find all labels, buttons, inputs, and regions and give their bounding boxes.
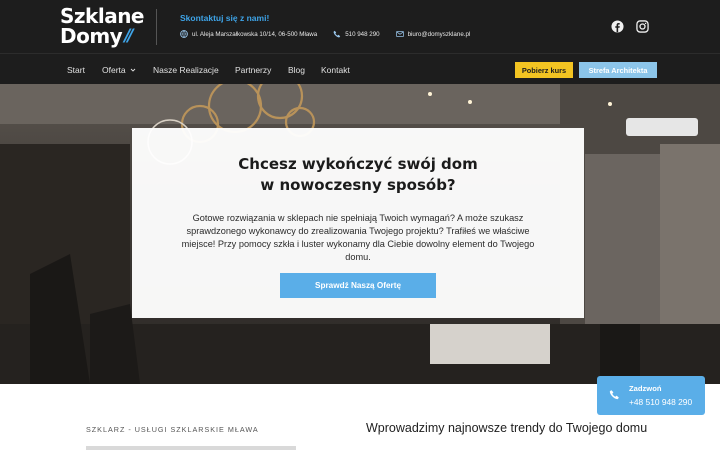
hero-text: Gotowe rozwiązania w sklepach nie spełni… — [181, 213, 535, 262]
architect-zone-button[interactable]: Strefa Architekta — [579, 62, 657, 78]
contact-title: Skontaktuj się z nami! — [180, 13, 270, 23]
address-text: ul. Aleja Marszałkowska 10/14, 06-500 Mł… — [192, 30, 318, 38]
check-offer-button[interactable]: Sprawdź Naszą Ofertę — [280, 273, 436, 298]
location-icon — [180, 30, 188, 38]
hero-section: Chcesz wykończyć swój dom w nowoczesny s… — [0, 84, 720, 384]
nav-blog[interactable]: Blog — [288, 65, 305, 75]
nav-oferta[interactable]: Oferta — [102, 65, 136, 75]
facebook-icon[interactable] — [611, 20, 624, 33]
logo-mark-icon: // — [124, 26, 134, 46]
nav-kontakt[interactable]: Kontakt — [321, 65, 350, 75]
contact-info: ul. Aleja Marszałkowska 10/14, 06-500 Mł… — [180, 30, 486, 38]
section-heading-cut — [86, 446, 296, 450]
nav-partnerzy[interactable]: Partnerzy — [235, 65, 271, 75]
email-text[interactable]: biuro@domyszklane.pl — [408, 31, 471, 38]
hero-title-line2: w nowoczesny sposób? — [260, 176, 456, 194]
logo[interactable]: Szklane Domy// — [60, 4, 145, 48]
call-icon — [609, 390, 619, 400]
hero-title-line1: Chcesz wykończyć swój dom — [238, 155, 478, 173]
chevron-down-icon — [130, 68, 135, 72]
top-bar: Szklane Domy// Skontaktuj się z nami! ul… — [0, 0, 720, 53]
nav-realizacje[interactable]: Nasze Realizacje — [153, 65, 219, 75]
call-label: Zadzwoń — [629, 384, 662, 393]
phone-icon — [333, 30, 341, 38]
logo-line1: Szklane — [60, 4, 145, 28]
phone-text[interactable]: 510 948 290 — [345, 31, 379, 38]
instagram-icon[interactable] — [636, 20, 649, 33]
logo-line2: Domy — [60, 24, 123, 48]
call-widget[interactable]: Zadzwoń +48 510 948 290 — [597, 376, 705, 415]
main-nav: Start Oferta Nasze Realizacje Partnerzy … — [0, 53, 720, 84]
divider — [156, 9, 157, 45]
phone-item[interactable]: 510 948 290 — [333, 30, 380, 38]
email-item[interactable]: biuro@domyszklane.pl — [395, 30, 471, 38]
download-course-button[interactable]: Pobierz kurs — [515, 62, 573, 78]
nav-start[interactable]: Start — [67, 65, 85, 75]
address-item: ul. Aleja Marszałkowska 10/14, 06-500 Mł… — [180, 30, 317, 38]
mail-icon — [395, 31, 404, 37]
section-heading: Wprowadzimy najnowsze trendy do Twojego … — [366, 421, 648, 435]
call-number: +48 510 948 290 — [629, 397, 693, 407]
section-tagline: SZKLARZ - USŁUGI SZKLARSKIE MŁAWA — [86, 425, 259, 434]
nav-oferta-label: Oferta — [102, 65, 126, 75]
hero-title: Chcesz wykończyć swój dom w nowoczesny s… — [132, 154, 584, 196]
hero-card: Chcesz wykończyć swój dom w nowoczesny s… — [132, 128, 584, 318]
